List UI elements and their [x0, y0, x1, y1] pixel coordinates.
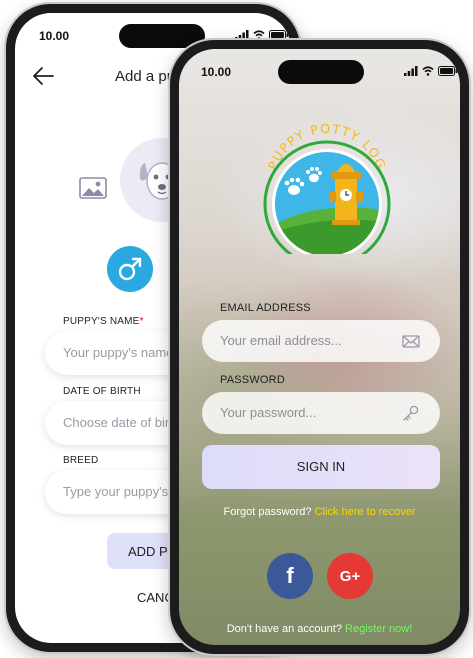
- status-icons: [235, 30, 289, 40]
- password-placeholder: Your password...: [220, 405, 317, 420]
- recover-password-link[interactable]: Click here to recover: [315, 506, 416, 518]
- breed-label: BREED: [63, 455, 99, 466]
- register-link[interactable]: Register now!: [345, 623, 412, 635]
- required-mark: *: [139, 316, 144, 327]
- facebook-icon: f: [286, 563, 294, 588]
- status-time: 10.00: [39, 29, 70, 43]
- envelope-icon: [402, 335, 420, 348]
- signal-icon: [404, 66, 418, 76]
- password-label: PASSWORD: [220, 374, 285, 386]
- battery-icon: [438, 66, 458, 76]
- key-icon: [403, 405, 419, 421]
- email-label: EMAIL ADDRESS: [220, 302, 311, 314]
- camera-notch: [278, 60, 364, 84]
- login-screen: 10.00 PUPPY POTTY LOG EMAIL ADDRESS Your…: [179, 49, 460, 645]
- wifi-icon: [253, 30, 265, 40]
- forgot-password-row: Forgot password? Click here to recover: [179, 506, 460, 518]
- puppy-potty-log-logo: PUPPY POTTY LOG: [263, 121, 391, 254]
- sign-in-label: SIGN IN: [296, 459, 346, 474]
- register-row: Don't have an account? Register now!: [179, 623, 460, 635]
- google-login-button[interactable]: G+: [327, 553, 373, 599]
- sign-in-button[interactable]: SIGN IN: [202, 445, 440, 489]
- male-symbol-icon: [118, 257, 142, 281]
- no-account-text: Don't have an account?: [226, 623, 342, 635]
- wifi-icon: [422, 66, 434, 76]
- puppy-name-placeholder: Your puppy's name...: [63, 345, 185, 360]
- forgot-password-text: Forgot password?: [223, 506, 312, 518]
- status-time: 10.00: [201, 65, 232, 79]
- battery-icon: [269, 30, 289, 40]
- status-icons: [404, 66, 458, 76]
- email-placeholder: Your email address...: [220, 333, 342, 348]
- google-plus-icon: G+: [339, 567, 361, 585]
- password-input[interactable]: Your password...: [202, 392, 440, 434]
- date-of-birth-placeholder: Choose date of birth: [63, 415, 181, 430]
- facebook-login-button[interactable]: f: [267, 553, 313, 599]
- back-arrow-icon[interactable]: [31, 65, 55, 87]
- email-input[interactable]: Your email address...: [202, 320, 440, 362]
- male-gender-button[interactable]: [107, 246, 153, 292]
- puppy-name-label: PUPPY'S NAME*: [63, 316, 144, 327]
- image-upload-icon[interactable]: [79, 177, 107, 199]
- date-of-birth-label: DATE OF BIRTH: [63, 386, 141, 397]
- login-phone: 10.00 PUPPY POTTY LOG EMAIL ADDRESS Your…: [170, 40, 469, 654]
- signal-icon: [235, 30, 249, 40]
